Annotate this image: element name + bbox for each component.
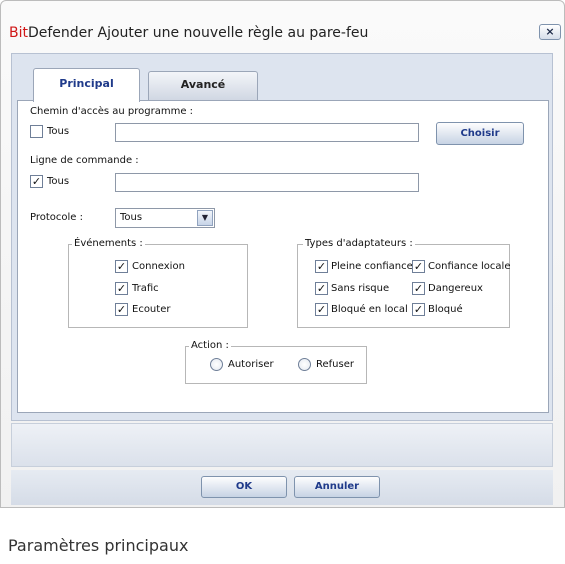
events-legend: Événements : (72, 238, 145, 250)
event-ecouter-label: Ecouter (132, 304, 171, 315)
protocol-value: Tous (120, 212, 143, 223)
tab-avance[interactable]: Avancé (148, 71, 258, 101)
action-legend: Action : (189, 340, 231, 352)
event-connexion-checkbox[interactable]: ✓ (115, 260, 128, 273)
adapter-bloque-local-checkbox[interactable]: ✓ (315, 303, 328, 316)
adapter-bloque-label: Bloqué (428, 304, 463, 315)
cancel-button[interactable]: Annuler (294, 476, 380, 498)
command-line-input[interactable] (115, 173, 419, 192)
adapter-pleine-confiance-checkbox[interactable]: ✓ (315, 260, 328, 273)
dialog-title: BitDefender Ajouter une nouvelle règle a… (9, 25, 368, 41)
brand-bit: Bit (9, 25, 28, 41)
tab-principal[interactable]: Principal (33, 68, 140, 102)
program-path-label: Chemin d'accès au programme : (30, 106, 194, 117)
adapter-dangereux-checkbox[interactable]: ✓ (412, 282, 425, 295)
event-connexion-label: Connexion (132, 261, 185, 272)
ok-button[interactable]: OK (201, 476, 287, 498)
close-button[interactable]: × (539, 24, 561, 40)
event-trafic-label: Trafic (132, 283, 159, 294)
caption: Paramètres principaux (8, 536, 189, 555)
deny-label: Refuser (316, 359, 354, 370)
title-text: Ajouter une nouvelle règle au pare-feu (97, 25, 369, 41)
allow-label: Autoriser (228, 359, 274, 370)
title-bar: BitDefender Ajouter une nouvelle règle a… (1, 1, 564, 55)
allow-radio[interactable] (210, 358, 223, 371)
program-path-all-label: Tous (47, 126, 70, 137)
adapter-sans-risque-checkbox[interactable]: ✓ (315, 282, 328, 295)
chevron-down-icon: ▼ (197, 210, 213, 226)
deny-radio[interactable] (298, 358, 311, 371)
event-trafic-checkbox[interactable]: ✓ (115, 282, 128, 295)
protocol-label: Protocole : (30, 212, 83, 223)
adapter-dangereux-label: Dangereux (428, 283, 483, 294)
close-icon: × (545, 25, 555, 38)
adapter-confiance-locale-checkbox[interactable]: ✓ (412, 260, 425, 273)
adapter-pleine-confiance-label: Pleine confiance (331, 261, 413, 272)
command-line-all-checkbox[interactable]: ✓ (30, 175, 43, 188)
adapter-bloque-local-label: Bloqué en local (331, 304, 408, 315)
program-path-input[interactable] (115, 123, 419, 142)
brand-defender: Defender (27, 25, 94, 41)
event-ecouter-checkbox[interactable]: ✓ (115, 303, 128, 316)
footer-band (11, 423, 553, 467)
adapter-bloque-checkbox[interactable]: ✓ (412, 303, 425, 316)
adapter-sans-risque-label: Sans risque (331, 283, 390, 294)
adapter-confiance-locale-label: Confiance locale (428, 261, 511, 272)
protocol-select[interactable]: Tous ▼ (115, 208, 215, 228)
program-path-all-checkbox[interactable] (30, 125, 43, 138)
command-line-all-label: Tous (47, 176, 70, 187)
adapters-legend: Types d'adaptateurs : (303, 238, 415, 250)
command-line-label: Ligne de commande : (30, 155, 139, 166)
choose-button[interactable]: Choisir (436, 122, 524, 145)
